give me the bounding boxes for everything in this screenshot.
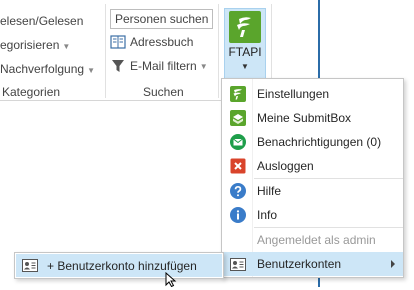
envelope-icon [230, 134, 246, 150]
info-icon [230, 207, 246, 223]
follow-up-button[interactable]: Nachverfolgung ▼ [0, 62, 95, 76]
submitbox-icon [230, 110, 246, 126]
group-label-search: Suchen [143, 85, 184, 99]
ftapi-logo-icon [229, 11, 261, 43]
chevron-down-icon: ▼ [62, 42, 71, 51]
help-icon [230, 183, 246, 199]
filter-icon [110, 58, 126, 74]
menu-item-label: Benachrichtigungen (0) [257, 135, 382, 149]
logout-x-icon [230, 158, 246, 174]
menu-item-logout[interactable]: Ausloggen [222, 154, 403, 178]
menu-item-submitbox[interactable]: Meine SubmitBox [222, 106, 403, 130]
submenu-arrow-icon [391, 260, 395, 268]
follow-up-label: Nachverfolgung [0, 62, 85, 76]
contact-card-icon [22, 259, 38, 272]
address-book-label: Adressbuch [130, 35, 194, 49]
chevron-down-icon: ▼ [87, 66, 95, 75]
categorize-label: egorisieren [0, 38, 60, 52]
categorize-button[interactable]: egorisieren ▼ [0, 38, 70, 52]
ftapi-dropdown-menu: Einstellungen Meine SubmitBox Benachrich… [221, 78, 404, 278]
menu-item-label: Einstellungen [257, 87, 330, 101]
contact-card-icon [230, 256, 246, 272]
submenu-item-label: + Benutzerkonto hinzufügen [47, 259, 197, 273]
ftapi-logo-icon [230, 86, 246, 102]
menu-item-label: Meine SubmitBox [257, 111, 352, 125]
menu-item-info[interactable]: Info [222, 203, 403, 227]
chevron-down-icon: ▼ [241, 62, 249, 71]
group-separator [105, 4, 106, 98]
read-unread-button[interactable]: elesen/Gelesen [0, 14, 83, 28]
group-separator [218, 4, 219, 98]
email-filter-label: E-Mail filtern [130, 59, 197, 73]
email-filter-button[interactable]: E-Mail filtern ▼ [110, 56, 208, 76]
menu-item-label: Hilfe [257, 184, 282, 198]
people-search-placeholder: Personen suchen [115, 12, 209, 26]
menu-item-label: Info [257, 208, 278, 222]
menu-item-label: Ausloggen [257, 159, 314, 173]
group-label-categories: Kategorien [2, 85, 61, 99]
people-search-input[interactable]: Personen suchen [110, 9, 213, 29]
ftapi-label: FTAPI [228, 45, 262, 59]
menu-item-settings[interactable]: Einstellungen [222, 82, 403, 106]
read-unread-label: elesen/Gelesen [0, 14, 84, 28]
chevron-down-icon: ▼ [199, 61, 208, 71]
menu-item-notifications[interactable]: Benachrichtigungen (0) [222, 130, 403, 154]
address-book-button[interactable]: Adressbuch [110, 32, 193, 52]
menu-item-help[interactable]: Hilfe [222, 179, 403, 203]
menu-item-label: Angemeldet als admin [257, 233, 376, 247]
menu-item-label: Benutzerkonten [257, 257, 342, 271]
mouse-cursor-icon [165, 271, 179, 288]
menu-item-user-accounts[interactable]: Benutzerkonten [222, 252, 403, 276]
address-book-icon [110, 34, 126, 50]
menu-item-logged-in-as: Angemeldet als admin [222, 228, 403, 252]
